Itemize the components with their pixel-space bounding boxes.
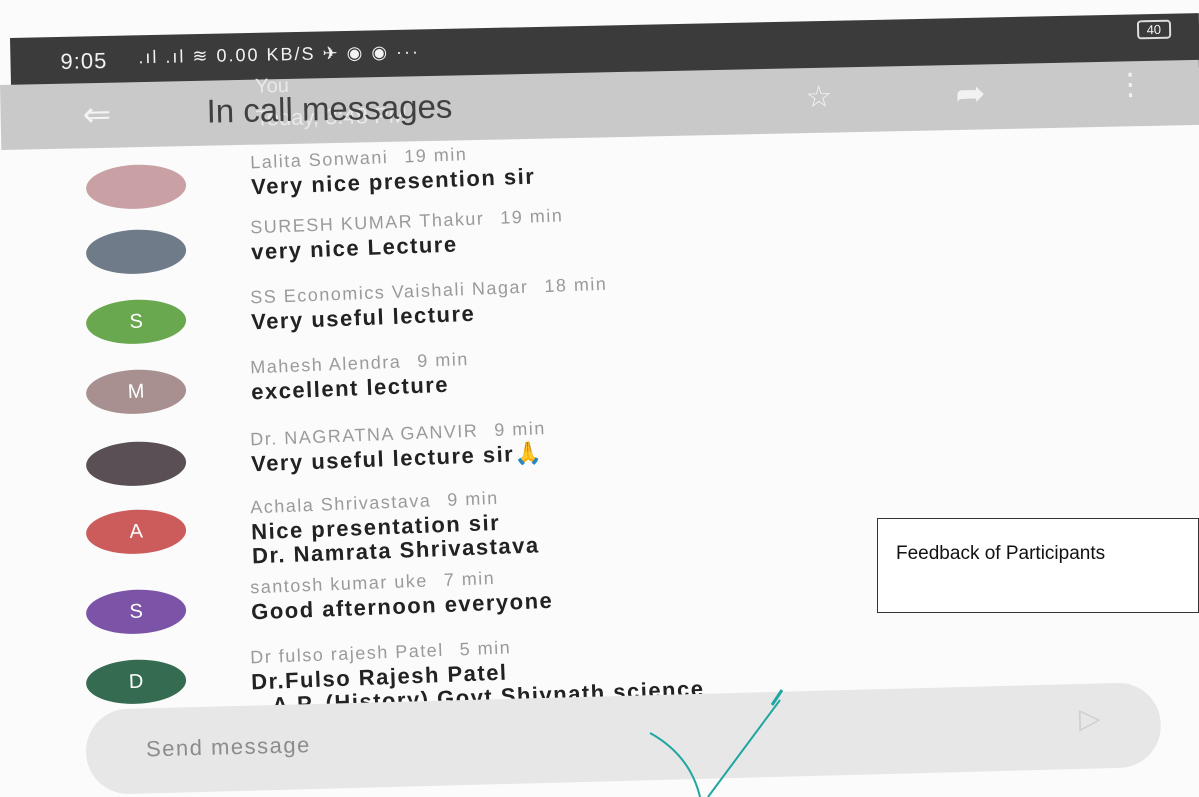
pen-mark xyxy=(649,689,784,797)
